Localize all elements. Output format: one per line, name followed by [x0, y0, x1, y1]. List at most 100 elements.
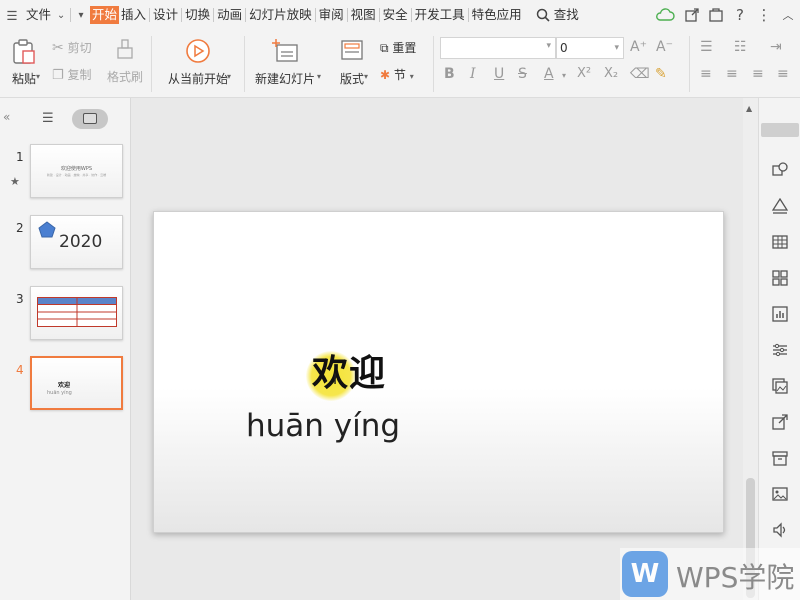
more-icon[interactable]: ⋮ [752, 0, 776, 30]
section-dropdown-icon: ▾ [409, 72, 414, 81]
superscript-button[interactable]: X² [577, 66, 591, 81]
new-slide-dropdown-icon[interactable]: ▾ [317, 72, 321, 81]
picture-gallery-icon[interactable] [772, 378, 788, 394]
tab-developer[interactable]: 开发工具 [413, 0, 467, 30]
section-button[interactable]: ✱ 节 ▾ [380, 66, 414, 83]
cut-button[interactable]: ✂ 剪切 [52, 39, 92, 56]
chart-icon[interactable] [772, 306, 788, 322]
bullet-list-icon[interactable]: ☰ [700, 39, 713, 55]
format-painter-label: 格式刷 [106, 70, 143, 84]
grid-icon[interactable] [772, 270, 788, 286]
divider [151, 36, 152, 92]
shapes-icon[interactable] [772, 162, 788, 178]
align-right-icon[interactable]: ≡ [752, 66, 764, 82]
thumb-subtitle: huān yíng [47, 390, 72, 396]
quick-access-dropdown-icon[interactable]: ▾ [72, 0, 90, 30]
text-effects-icon[interactable]: ✎ [655, 66, 667, 82]
thumb-subtitle: 新建 · 设计 · 动画 · 放映 · 共享 · 协作 · 云端 [46, 173, 107, 177]
play-from-current-button[interactable]: 从当前开始 [162, 36, 234, 92]
tab-slideshow[interactable]: 幻灯片放映 [247, 0, 314, 30]
new-slide-button[interactable]: 新建幻灯片 [252, 36, 318, 92]
font-name-dropdown-icon[interactable]: ▾ [546, 41, 551, 51]
hamburger-icon[interactable]: ☰ [0, 0, 24, 30]
chevron-down-icon[interactable]: ⌄ [53, 0, 69, 30]
subscript-button[interactable]: X₂ [604, 66, 618, 81]
search-label[interactable]: 查找 [552, 0, 581, 30]
clipboard-icon [13, 39, 35, 64]
paste-button[interactable]: 粘贴 [6, 36, 42, 92]
slide-pinyin[interactable]: huān yíng [246, 408, 400, 444]
font-color-dropdown-icon[interactable]: ▾ [562, 71, 566, 80]
menu-file[interactable]: 文件 [24, 0, 53, 30]
fill-icon[interactable] [772, 198, 788, 214]
slide-number: 4 [16, 363, 24, 377]
slide-thumbnail-4[interactable]: 欢迎 huān yíng [30, 356, 123, 410]
copy-icon: ❐ [52, 68, 64, 83]
paste-dropdown-icon[interactable]: ▾ [36, 72, 40, 81]
underline-button[interactable]: U [494, 66, 504, 82]
copy-label: 复制 [67, 68, 92, 82]
tab-security[interactable]: 安全 [381, 0, 410, 30]
font-size-dropdown-icon[interactable]: ▾ [614, 38, 619, 58]
grow-font-button[interactable]: A⁺ [630, 39, 647, 55]
image-icon[interactable] [772, 486, 788, 502]
align-left-icon[interactable]: ≡ [700, 66, 712, 82]
divider [467, 8, 469, 22]
thumbnail-view-icon[interactable] [72, 109, 108, 129]
table-icon[interactable] [772, 234, 788, 250]
tab-review[interactable]: 审阅 [317, 0, 346, 30]
bold-button[interactable]: B [444, 66, 455, 82]
search-icon[interactable] [534, 0, 552, 30]
tab-features[interactable]: 特色应用 [470, 0, 524, 30]
slide-number: 1 [16, 150, 24, 164]
export-icon[interactable] [704, 0, 728, 30]
font-color-button[interactable]: A [544, 66, 554, 82]
new-slide-icon [272, 39, 298, 62]
play-dropdown-icon[interactable]: ▾ [227, 72, 231, 81]
align-center-icon[interactable]: ≡ [726, 66, 738, 82]
shrink-font-button[interactable]: A⁻ [656, 39, 673, 55]
slide-4[interactable] [153, 211, 724, 533]
outline-view-icon[interactable]: ☰ [42, 111, 54, 126]
clear-format-icon[interactable]: ⌫ [630, 66, 650, 82]
collapse-ribbon-icon[interactable]: ︿ [776, 0, 800, 30]
right-toolbar-handle[interactable] [761, 123, 799, 137]
font-name-field[interactable]: ▾ [440, 37, 556, 59]
justify-icon[interactable]: ≡ [777, 66, 789, 82]
settings-sliders-icon[interactable] [772, 342, 788, 358]
audio-icon[interactable] [772, 522, 788, 538]
share-icon[interactable] [680, 0, 704, 30]
archive-icon[interactable] [772, 450, 788, 466]
slide-thumbnail-3[interactable] [30, 286, 123, 340]
reset-button[interactable]: ⧉ 重置 [380, 39, 416, 56]
scroll-up-icon[interactable]: ▲ [746, 104, 752, 113]
format-painter-button[interactable]: 格式刷 [106, 36, 144, 92]
share-out-icon[interactable] [772, 414, 788, 430]
copy-button[interactable]: ❐ 复制 [52, 66, 92, 83]
layout-button[interactable]: 版式 [334, 36, 370, 92]
tab-animation[interactable]: 动画 [215, 0, 244, 30]
divider [410, 8, 412, 22]
ribbon: 粘贴 ▾ ✂ 剪切 ❐ 复制 格式刷 从当前开始 ▾ 新建幻灯片 ▾ 版式 ▾ … [0, 30, 800, 98]
divider [213, 8, 215, 22]
star-icon: ★ [10, 175, 20, 188]
divider [149, 8, 151, 22]
help-icon[interactable]: ? [728, 0, 752, 30]
tab-view[interactable]: 视图 [349, 0, 378, 30]
tab-transition[interactable]: 切换 [183, 0, 212, 30]
tab-insert[interactable]: 插入 [119, 0, 148, 30]
italic-button[interactable]: I [470, 66, 476, 82]
tab-start[interactable]: 开始 [90, 6, 120, 24]
indent-icon[interactable]: ⇥ [770, 39, 782, 55]
tab-design[interactable]: 设计 [151, 0, 180, 30]
font-size-field[interactable]: 0 ▾ [556, 37, 624, 59]
strikethrough-button[interactable]: S [518, 66, 527, 82]
numbered-list-icon[interactable]: ☷ [734, 39, 747, 55]
slide-title[interactable]: 欢迎 [312, 344, 386, 396]
vertical-scrollbar[interactable]: ▲ [743, 98, 758, 600]
collapse-panel-icon[interactable]: « [3, 110, 10, 124]
slide-thumbnail-2[interactable]: 2020 [30, 215, 123, 269]
slide-thumbnail-1[interactable]: 欢迎使用WPS 新建 · 设计 · 动画 · 放映 · 共享 · 协作 · 云端 [30, 144, 123, 198]
cloud-sync-icon[interactable] [650, 0, 680, 30]
layout-dropdown-icon[interactable]: ▾ [364, 72, 368, 81]
